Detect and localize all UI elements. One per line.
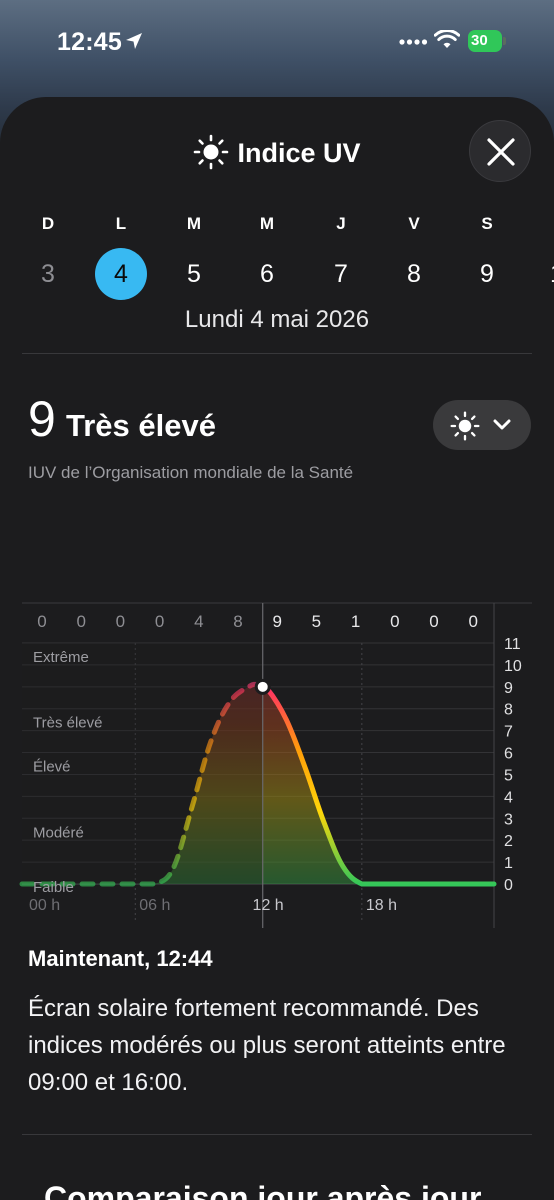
uv-index-sheet: Indice UV D L M M J V S 3 4 5 6 7 8 9 1 … [0,97,554,1200]
weekday-letter: M [259,214,275,233]
hourly-uv-label: 0 [390,612,399,631]
day-button-5[interactable]: 5 [168,248,220,300]
y-tick-label: 4 [504,789,513,806]
day-button-next[interactable]: 1 [550,248,554,300]
day-picker: 3 4 5 6 7 8 9 1 [0,248,554,300]
uv-category-label: Faible [33,879,74,896]
battery-level: 30 [468,30,502,52]
hourly-uv-label: 5 [312,612,321,631]
sun-icon [450,411,480,441]
wifi-icon [434,30,460,48]
sun-icon [194,134,229,170]
close-button[interactable] [469,120,531,182]
selected-date-label: Lundi 4 mai 2026 [184,306,370,333]
hourly-uv-label: 4 [194,612,203,631]
weekday-letter: M [186,214,202,233]
y-tick-label: 0 [504,877,513,894]
uv-category-label: Élevé [33,759,71,776]
location-arrow-icon [126,33,142,49]
day-button-9[interactable]: 9 [461,248,513,300]
day-button-6[interactable]: 6 [241,248,293,300]
weekday-letter: D [41,214,55,233]
uv-category-label: Très élevé [33,715,102,732]
current-point-marker [254,678,271,695]
y-tick-label: 8 [504,702,513,719]
status-bar: 12:45 30 [0,0,554,86]
y-tick-label: 11 [504,636,521,653]
y-tick-label: 7 [504,724,513,741]
now-description: Écran solaire fortement recommandé. Des … [28,995,506,1096]
uv-current-level: Très élevé [66,408,216,443]
weekday-letter: V [408,214,420,233]
x-tick-label: 18 h [366,897,397,914]
x-tick-label: 12 h [253,897,284,914]
chevron-down-icon [493,419,511,430]
weekday-letters: D L M M J V S [0,214,554,238]
uv-category-label: Extrême [33,649,89,666]
hourly-uv-label: 0 [155,612,164,631]
x-tick-label: 06 h [139,897,170,914]
battery-cap [503,37,506,45]
weekday-letter: J [336,214,346,233]
divider [22,353,532,354]
y-tick-label: 6 [504,746,513,763]
hourly-uv-label: 1 [351,612,360,631]
close-icon [487,138,515,166]
hourly-uv-label: 0 [429,612,438,631]
uv-source-label: IUV de l’Organisation mondiale de la San… [28,463,354,482]
uv-chart[interactable]: 0 0 0 0 4 8 9 5 1 0 0 001234567891011ExtrêmeTrès él… [0,503,554,933]
now-title: Maintenant, 12:44 [28,946,213,971]
hourly-uv-label: 9 [272,612,281,631]
y-tick-label: 2 [504,833,513,850]
comparison-section-title: Comparaison jour après jour [44,1180,482,1200]
y-tick-label: 9 [504,680,513,697]
weekday-letter: S [481,214,493,233]
day-button-8[interactable]: 8 [388,248,440,300]
day-button-7[interactable]: 7 [315,248,367,300]
weekday-letter: L [115,214,127,233]
divider [22,1134,532,1135]
y-tick-label: 10 [504,658,522,675]
sheet-title-text: Indice UV [237,138,361,168]
uv-current-value: 9 [28,391,56,447]
chart-mode-dropdown[interactable] [433,400,531,450]
day-button-3[interactable]: 3 [22,248,74,300]
hourly-uv-label: 0 [116,612,125,631]
battery-icon: 30 [468,30,506,52]
hourly-uv-label: 8 [233,612,242,631]
hourly-uv-label: 0 [76,612,85,631]
uv-category-label: Modéré [33,824,84,841]
y-tick-label: 1 [504,855,513,872]
day-button-4-selected[interactable]: 4 [95,248,147,300]
status-time: 12:45 [57,28,122,56]
x-tick-label: 00 h [29,897,60,914]
y-tick-label: 5 [504,767,513,784]
hourly-uv-label: 0 [468,612,477,631]
cellular-signal-icon [399,39,428,45]
hourly-uv-label: 0 [37,612,46,631]
y-tick-label: 3 [504,811,513,828]
